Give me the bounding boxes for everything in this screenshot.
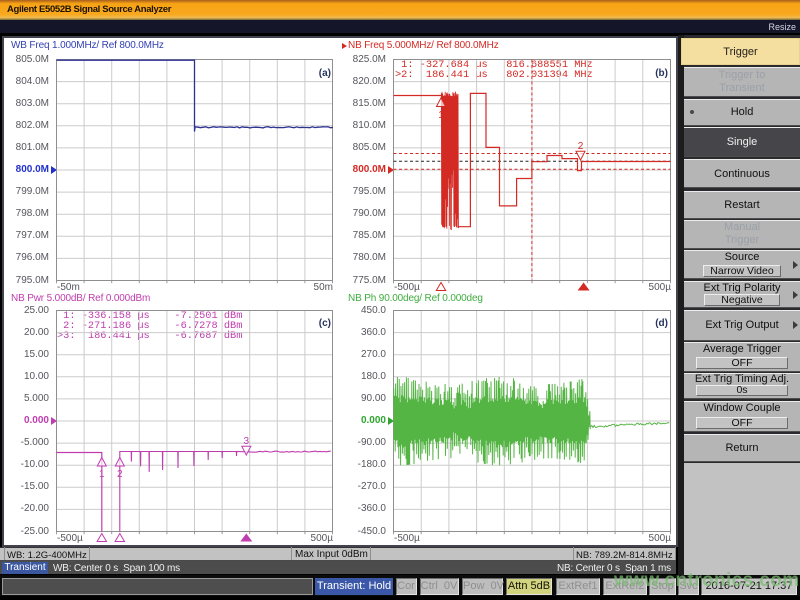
svg-text:2: 2	[578, 141, 584, 152]
svg-text:2: 2	[117, 469, 123, 480]
svg-text:3: 3	[244, 436, 250, 447]
svg-text:1: 1	[438, 110, 444, 121]
svg-text:1: 1	[99, 469, 105, 480]
